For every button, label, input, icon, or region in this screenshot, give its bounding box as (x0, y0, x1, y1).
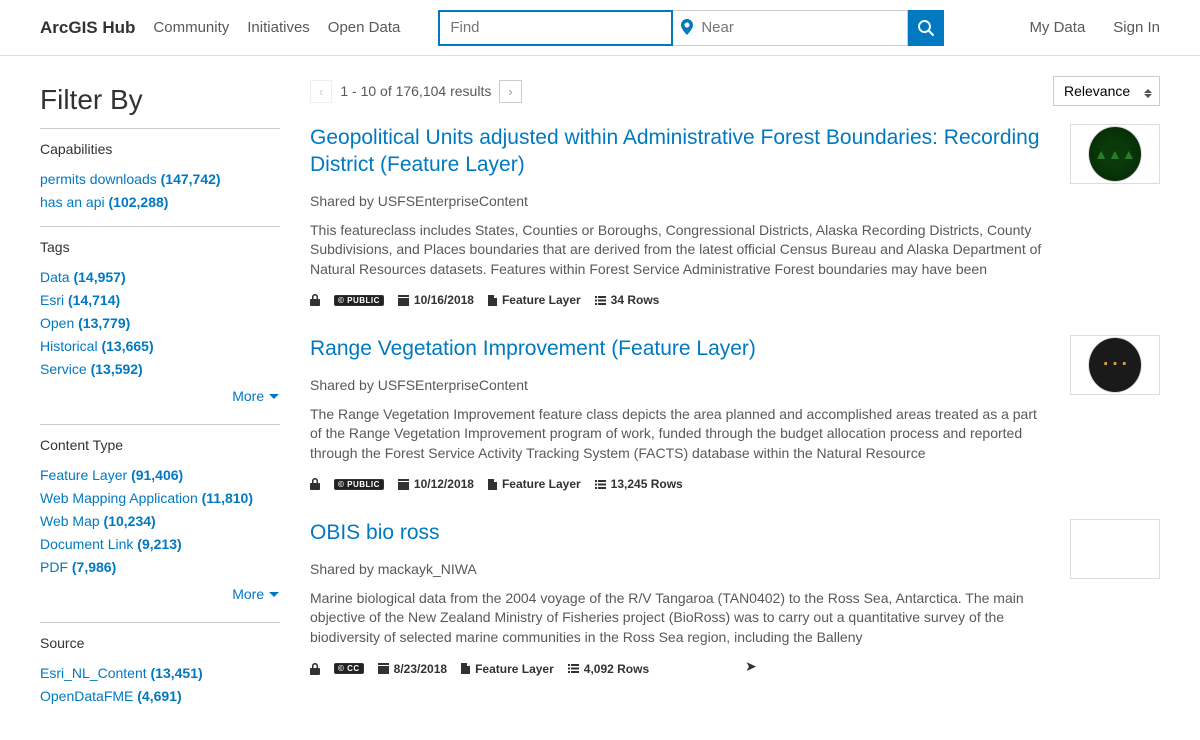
page-prev-button[interactable]: ‹ (310, 80, 332, 103)
filter-item[interactable]: PDF (7,986) (40, 559, 280, 575)
sort-select[interactable]: Relevance (1053, 76, 1160, 106)
top-navigation: ArcGIS Hub Community Initiatives Open Da… (0, 0, 1200, 56)
filter-section-title: Content Type (40, 437, 280, 453)
sort-select-wrap: Relevance (1053, 76, 1160, 106)
result-thumbnail[interactable] (1070, 335, 1160, 395)
result-title-link[interactable]: OBIS bio ross (310, 521, 440, 544)
result-meta: © CC 8/23/2018 Feature Layer 4,092 Rows (310, 662, 1050, 676)
search-group (438, 10, 944, 46)
filter-section-title: Source (40, 635, 280, 651)
result-rows: 4,092 Rows (568, 662, 649, 676)
filter-item[interactable]: Esri_NL_Content (13,451) (40, 665, 280, 681)
result-title-link[interactable]: Geopolitical Units adjusted within Admin… (310, 126, 1040, 176)
result-thumbnail[interactable] (1070, 124, 1160, 184)
search-result: OBIS bio ross Shared by mackayk_NIWA Marin… (310, 519, 1160, 675)
filter-section-title: Tags (40, 239, 280, 255)
filter-section: Source Esri_NL_Content (13,451) OpenDataFM… (40, 622, 280, 704)
filter-item[interactable]: Service (13,592) (40, 361, 280, 377)
filter-more-button[interactable]: More (40, 582, 280, 606)
result-description: This featureclass includes States, Count… (310, 221, 1050, 280)
result-type: Feature Layer (461, 662, 554, 676)
license-badge: © PUBLIC (334, 479, 384, 490)
license-badge: © PUBLIC (334, 295, 384, 306)
result-shared-by: Shared by USFSEnterpriseContent (310, 377, 1050, 393)
nav-my-data[interactable]: My Data (1029, 19, 1085, 36)
nav-open-data[interactable]: Open Data (328, 19, 401, 36)
result-thumbnail[interactable] (1070, 519, 1160, 579)
filter-item[interactable]: has an api (102,288) (40, 194, 280, 210)
result-meta: © PUBLIC 10/16/2018 Feature Layer 34 Row… (310, 293, 1050, 307)
result-title-link[interactable]: Range Vegetation Improvement (Feature La… (310, 337, 756, 360)
result-shared-by: Shared by mackayk_NIWA (310, 561, 1050, 577)
search-near-input[interactable] (673, 10, 908, 46)
filter-section: Tags Data (14,957) Esri (14,714) Open (13,7… (40, 226, 280, 408)
result-description: The Range Vegetation Improvement feature… (310, 405, 1050, 464)
search-find-input[interactable] (438, 10, 673, 46)
filter-item[interactable]: Esri (14,714) (40, 292, 280, 308)
lock-icon (310, 663, 320, 675)
filter-section: Content Type Feature Layer (91,406) Web Ma… (40, 424, 280, 606)
filter-section-title: Capabilities (40, 141, 280, 157)
result-description: Marine biological data from the 2004 voy… (310, 589, 1050, 648)
location-pin-icon (681, 19, 693, 39)
filter-section: Capabilities permits downloads (147,742) h… (40, 128, 280, 210)
search-result: Range Vegetation Improvement (Feature La… (310, 335, 1160, 491)
filter-item[interactable]: OpenDataFME (4,691) (40, 688, 280, 704)
result-type: Feature Layer (488, 477, 581, 491)
filter-title: Filter By (40, 84, 280, 116)
brand-logo[interactable]: ArcGIS Hub (40, 18, 135, 38)
results-main: ‹ 1 - 10 of 176,104 results › Relevance … (310, 76, 1160, 720)
filter-item[interactable]: Open (13,779) (40, 315, 280, 331)
filter-item[interactable]: Document Link (9,213) (40, 536, 280, 552)
filter-item[interactable]: Web Mapping Application (11,810) (40, 490, 280, 506)
nav-community[interactable]: Community (153, 19, 229, 36)
filter-item[interactable]: Web Map (10,234) (40, 513, 280, 529)
filter-item[interactable]: permits downloads (147,742) (40, 171, 280, 187)
result-rows: 13,245 Rows (595, 477, 683, 491)
pagination: ‹ 1 - 10 of 176,104 results › (310, 80, 522, 103)
lock-icon (310, 294, 320, 306)
result-shared-by: Shared by USFSEnterpriseContent (310, 193, 1050, 209)
page-next-button[interactable]: › (499, 80, 521, 103)
search-result: Geopolitical Units adjusted within Admin… (310, 124, 1160, 307)
nav-initiatives[interactable]: Initiatives (247, 19, 310, 36)
lock-icon (310, 478, 320, 490)
filter-item[interactable]: Data (14,957) (40, 269, 280, 285)
result-date: 8/23/2018 (378, 662, 447, 676)
filter-item[interactable]: Historical (13,665) (40, 338, 280, 354)
license-badge: © CC (334, 663, 364, 674)
nav-sign-in[interactable]: Sign In (1113, 19, 1160, 36)
result-date: 10/12/2018 (398, 477, 474, 491)
search-button[interactable] (908, 10, 944, 46)
result-meta: © PUBLIC 10/12/2018 Feature Layer 13,245… (310, 477, 1050, 491)
filter-sidebar: Filter By Capabilities permits downloads … (40, 76, 280, 720)
filter-more-button[interactable]: More (40, 384, 280, 408)
search-icon (918, 20, 934, 36)
result-date: 10/16/2018 (398, 293, 474, 307)
page-info: 1 - 10 of 176,104 results (332, 83, 499, 99)
filter-item[interactable]: Feature Layer (91,406) (40, 467, 280, 483)
result-type: Feature Layer (488, 293, 581, 307)
result-rows: 34 Rows (595, 293, 660, 307)
